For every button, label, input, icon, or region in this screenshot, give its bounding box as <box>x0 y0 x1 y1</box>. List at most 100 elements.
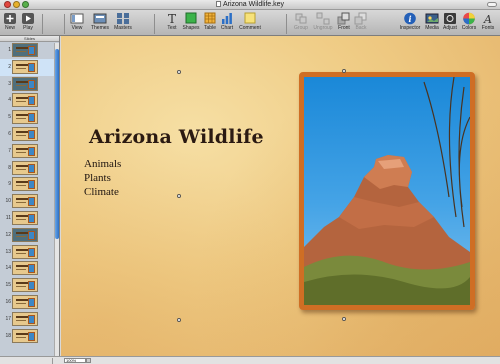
group-button[interactable]: Group <box>292 11 310 32</box>
slide-thumbnail[interactable] <box>12 160 38 175</box>
ungroup-label: Ungroup <box>313 25 333 31</box>
slide-thumbnail-row[interactable]: 15 <box>0 277 59 294</box>
colors-button[interactable]: Colors <box>461 11 477 32</box>
new-slide-button[interactable]: New <box>3 11 17 32</box>
slide-thumbnail-row[interactable]: 18 <box>0 328 59 345</box>
back-label: Back <box>355 25 367 31</box>
front-button[interactable]: Front <box>336 11 352 32</box>
slide-thumbnail[interactable] <box>12 177 38 192</box>
slide-thumbnail[interactable] <box>12 110 38 125</box>
slide-thumbnail-row[interactable]: 7 <box>0 143 59 160</box>
masters-button[interactable]: Masters <box>112 11 134 32</box>
fonts-button[interactable]: A Fonts <box>480 11 496 32</box>
masters-label: Masters <box>114 25 132 31</box>
table-label: Table <box>204 25 216 31</box>
slide-thumbnail[interactable] <box>12 93 38 108</box>
slide-thumbnail-row[interactable]: 1 <box>0 42 59 59</box>
bring-front-icon <box>337 12 350 25</box>
text-label: Text <box>167 25 177 31</box>
slide-thumbnail-row[interactable]: 17 <box>0 311 59 328</box>
selection-handle[interactable] <box>177 70 181 74</box>
slide-number: 7 <box>8 147 11 154</box>
toolbar-separator <box>64 14 65 34</box>
chart-button[interactable]: Chart <box>219 11 235 32</box>
slide-thumbnail[interactable] <box>12 43 38 57</box>
slide-thumbnail[interactable] <box>12 294 38 309</box>
slide-thumbnail-row[interactable]: 12 <box>0 227 59 244</box>
view-button[interactable]: View <box>68 11 86 32</box>
slide-thumbnail-row[interactable]: 8 <box>0 160 59 177</box>
selection-handle[interactable] <box>177 318 181 322</box>
themes-button[interactable]: Themes <box>89 11 111 32</box>
slide-thumbnail-row[interactable]: 14 <box>0 260 59 277</box>
slide-thumbnail-row[interactable]: 6 <box>0 126 59 143</box>
slide-number: 5 <box>8 114 11 121</box>
desert-rock-photo[interactable] <box>299 72 475 310</box>
selection-handle[interactable] <box>342 317 346 321</box>
slide-thumbnail-row[interactable]: 16 <box>0 294 59 311</box>
slide-thumbnail[interactable] <box>12 143 38 158</box>
table-button[interactable]: Table <box>202 11 218 32</box>
slide-thumbnail[interactable] <box>12 311 38 326</box>
bullet-item: Plants <box>84 172 111 184</box>
navigator-resize-grip[interactable] <box>52 358 58 364</box>
slide-thumbnail-row[interactable]: 9 <box>0 176 59 193</box>
slide-thumbnail-row[interactable]: 13 <box>0 244 59 261</box>
navigator-scrollbar[interactable] <box>54 43 59 356</box>
slide-thumbnail[interactable] <box>12 244 38 259</box>
slide-thumbnail-row[interactable]: 3 <box>0 76 59 93</box>
media-button[interactable]: Media <box>424 11 440 32</box>
slide-thumbnail-row[interactable]: 2 <box>0 58 59 76</box>
slide-thumbnail-row[interactable]: 5 <box>0 109 59 126</box>
group-icon <box>295 13 307 24</box>
shapes-label: Shapes <box>182 25 200 31</box>
selection-handle[interactable] <box>342 69 346 73</box>
play-label: Play <box>23 25 33 31</box>
play-button[interactable]: Play <box>21 11 35 32</box>
adjust-button[interactable]: Adjust <box>442 11 458 32</box>
slide-number: 12 <box>5 231 11 238</box>
comment-button[interactable]: Comment <box>237 11 263 32</box>
slide-thumbnail[interactable] <box>12 194 38 209</box>
zoom-field[interactable]: 100% <box>64 358 86 363</box>
comment-icon <box>244 12 256 24</box>
slide-thumbnail[interactable] <box>12 278 38 293</box>
slide-thumbnail-row[interactable]: 10 <box>0 193 59 210</box>
back-button[interactable]: Back <box>354 11 368 32</box>
selection-handle[interactable] <box>177 194 181 198</box>
new-label: New <box>4 25 15 31</box>
slide-thumbnail[interactable] <box>12 59 38 74</box>
navigator-scroll-thumb[interactable] <box>55 49 59 239</box>
slide-number: 1 <box>8 47 11 53</box>
window-title-text: Arizona Wildlife.key <box>222 1 285 8</box>
slide-thumbnail[interactable] <box>12 227 38 242</box>
slide-thumbnail[interactable] <box>12 76 38 91</box>
slide-thumbnail-row[interactable]: 11 <box>0 210 59 227</box>
slide-number: 4 <box>8 97 11 104</box>
inspector-button[interactable]: i Inspector <box>399 11 421 32</box>
slide-number: 16 <box>5 298 11 305</box>
zoom-dropdown-button[interactable] <box>86 358 91 363</box>
slide-number: 11 <box>5 214 11 221</box>
shapes-button[interactable]: Shapes <box>181 11 201 32</box>
slide-title[interactable]: Arizona Wildlife <box>89 126 264 148</box>
text-button[interactable]: T Text <box>164 11 180 32</box>
themes-icon <box>93 13 107 24</box>
ungroup-button[interactable]: Ungroup <box>312 11 334 32</box>
toolbar-toggle-button[interactable] <box>487 2 497 7</box>
slide-number: 14 <box>5 265 11 272</box>
slide-thumbnail-row[interactable]: 4 <box>0 92 59 109</box>
slide-thumbnail[interactable] <box>12 261 38 276</box>
slide-number: 9 <box>8 181 11 188</box>
slide-thumbnail[interactable] <box>12 210 38 225</box>
front-label: Front <box>338 25 350 31</box>
slide-canvas[interactable]: Arizona Wildlife Animals Plants Climate <box>61 36 500 356</box>
slide-thumbnail[interactable] <box>12 126 38 141</box>
table-icon <box>204 12 216 24</box>
themes-label: Themes <box>90 25 110 31</box>
bullet-list[interactable]: Animals Plants Climate <box>84 157 121 199</box>
slide-list: 1 2 3 4 5 6 7 8 9 10 11 12 13 14 15 16 17 18 <box>0 42 59 344</box>
slide-thumbnail[interactable] <box>12 328 38 343</box>
chart-label: Chart <box>220 25 234 31</box>
bullet-item: Climate <box>84 186 119 198</box>
